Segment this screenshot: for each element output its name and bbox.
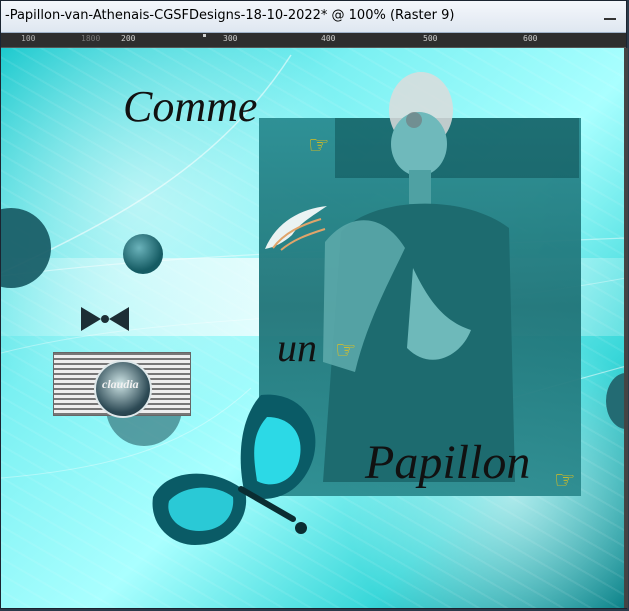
word-comme: Comme bbox=[123, 82, 258, 131]
document-title-bar: -Papillon-van-Athenais-CGSFDesigns-18-10… bbox=[1, 1, 626, 33]
word-un: un bbox=[277, 325, 317, 370]
ruler-label: 200 bbox=[121, 34, 136, 43]
watermark-text: claudia bbox=[102, 377, 139, 391]
image-canvas[interactable]: claudia Comme ☞ un ☞ Papillon ☞ bbox=[1, 48, 626, 608]
bowtie-icon bbox=[81, 307, 129, 331]
pointing-hand-icon: ☞ bbox=[335, 336, 357, 364]
word-papillon: Papillon bbox=[365, 436, 531, 489]
ruler-label: 500 bbox=[423, 34, 438, 43]
document-title: -Papillon-van-Athenais-CGSFDesigns-18-10… bbox=[5, 8, 455, 23]
horizontal-ruler: 100 1800 200 300 400 500 600 bbox=[1, 33, 626, 48]
ruler-label: 300 bbox=[223, 34, 238, 43]
decorative-ball bbox=[123, 234, 163, 274]
butterfly-icon bbox=[152, 394, 316, 545]
vertical-scrollbar[interactable] bbox=[624, 48, 628, 608]
ruler-label: 400 bbox=[321, 34, 336, 43]
minimize-icon bbox=[604, 18, 616, 20]
pointing-hand-icon: ☞ bbox=[308, 131, 330, 159]
ruler-label: 600 bbox=[523, 34, 538, 43]
wing-icon bbox=[265, 206, 327, 251]
ruler-label: 100 bbox=[21, 34, 36, 43]
pointing-hand-icon: ☞ bbox=[554, 466, 576, 494]
ruler-label-faded: 1800 bbox=[81, 34, 101, 43]
minimize-button[interactable] bbox=[600, 5, 620, 25]
ruler-origin-marker bbox=[203, 34, 206, 37]
